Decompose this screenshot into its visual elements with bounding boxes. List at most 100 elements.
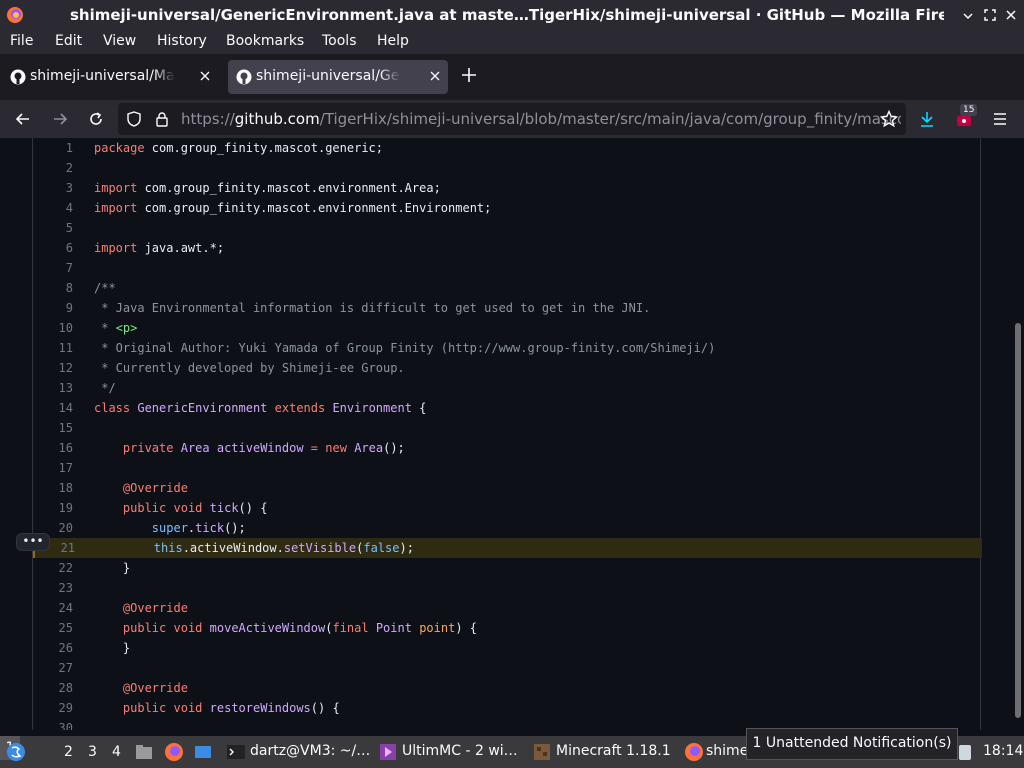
menu-history[interactable]: History xyxy=(157,33,207,49)
tab-mascot[interactable]: shimeji-universal/Mascot.java xyxy=(2,60,218,94)
line-number[interactable]: 10 xyxy=(33,321,73,335)
code-line: 21 this.activeWindow.setVisible(false); xyxy=(33,538,982,558)
line-number[interactable]: 15 xyxy=(33,421,73,435)
code-line: 28 @Override xyxy=(33,678,980,698)
line-number[interactable]: 25 xyxy=(33,621,73,635)
code-line: 9 * Java Environmental information is di… xyxy=(33,298,980,318)
line-number[interactable]: 24 xyxy=(33,601,73,615)
menu-bookmarks[interactable]: Bookmarks xyxy=(226,33,304,49)
notification-popup[interactable]: 1 Unattended Notification(s) xyxy=(746,728,958,760)
line-number[interactable]: 17 xyxy=(33,461,73,475)
line-number[interactable]: 26 xyxy=(33,641,73,655)
line-number[interactable]: 14 xyxy=(33,401,73,415)
line-number[interactable]: 28 xyxy=(33,681,73,695)
clock: 18:14 xyxy=(983,743,1024,759)
minecraft-icon[interactable] xyxy=(532,742,552,762)
code-line: 7 xyxy=(33,258,980,278)
menu-file[interactable]: File xyxy=(10,33,33,49)
line-number[interactable]: 29 xyxy=(33,701,73,715)
line-number[interactable]: 18 xyxy=(33,481,73,495)
workspace-3[interactable]: 3 xyxy=(88,744,97,760)
line-number[interactable]: 27 xyxy=(33,661,73,675)
code-line: 19 public void tick() { xyxy=(33,498,980,518)
close-tab-icon[interactable] xyxy=(428,69,442,83)
tray-icon[interactable] xyxy=(955,742,975,762)
line-number[interactable]: 5 xyxy=(33,221,73,235)
line-number[interactable]: 16 xyxy=(33,441,73,455)
url-bar[interactable]: https://github.com/TigerHix/shimeji-univ… xyxy=(118,103,906,135)
code-text: super.tick(); xyxy=(151,521,246,535)
line-number[interactable]: 19 xyxy=(33,501,73,515)
code-text: public void tick() { xyxy=(122,501,268,515)
maximize-icon[interactable] xyxy=(982,7,998,23)
line-number[interactable]: 11 xyxy=(33,341,73,355)
start-menu-icon[interactable] xyxy=(6,742,26,762)
terminal-icon[interactable] xyxy=(226,742,246,762)
line-number[interactable]: 8 xyxy=(33,281,73,295)
code-text: class GenericEnvironment extends Environ… xyxy=(94,401,427,415)
menu-tools[interactable]: Tools xyxy=(322,33,357,49)
firefox-window-icon[interactable] xyxy=(684,742,704,762)
menu-view[interactable]: View xyxy=(103,33,136,49)
line-number[interactable]: 7 xyxy=(33,261,73,275)
workspace-4[interactable]: 4 xyxy=(112,744,121,760)
github-icon xyxy=(10,69,26,85)
line-number[interactable]: 1 xyxy=(33,141,73,155)
new-tab-icon[interactable] xyxy=(460,66,478,84)
url-host: github.com xyxy=(234,110,320,128)
code-text: public void moveActiveWindow(final Point… xyxy=(122,621,477,635)
tab-generic-environment[interactable]: shimeji-universal/GenericEnvironment.jav… xyxy=(228,60,448,94)
file-manager-icon[interactable] xyxy=(134,742,154,762)
code-text: * <p> xyxy=(94,321,138,335)
close-window-icon[interactable] xyxy=(1003,7,1019,23)
back-icon[interactable] xyxy=(14,110,32,128)
code-text: import com.group_finity.mascot.environme… xyxy=(94,201,492,215)
line-number[interactable]: 30 xyxy=(33,721,73,730)
desktop-icon[interactable] xyxy=(193,742,213,762)
code-text: @Override xyxy=(122,681,188,695)
lock-icon[interactable] xyxy=(154,111,170,127)
code-line: 18 @Override xyxy=(33,478,980,498)
workspace-2[interactable]: 2 xyxy=(64,744,73,760)
code-text: private Area activeWindow = new Area(); xyxy=(122,441,405,455)
line-actions-button[interactable]: ••• xyxy=(16,533,50,551)
url-text[interactable]: https://github.com/TigerHix/shimeji-univ… xyxy=(181,110,901,128)
menu-help[interactable]: Help xyxy=(377,33,409,49)
line-number[interactable]: 9 xyxy=(33,301,73,315)
code-text: * Original Author: Yuki Yamada of Group … xyxy=(94,341,716,355)
firefox-launcher-icon[interactable] xyxy=(164,742,184,762)
code-line: 27 xyxy=(33,658,980,678)
ultimmc-icon[interactable] xyxy=(378,742,398,762)
code-line: 5 xyxy=(33,218,980,238)
firefox-icon xyxy=(7,7,23,23)
close-tab-icon[interactable] xyxy=(198,69,212,83)
minimize-icon[interactable] xyxy=(960,7,976,23)
downloads-icon[interactable] xyxy=(918,110,936,128)
code-line: 15 xyxy=(33,418,980,438)
taskbar-item-minecraft[interactable]: Minecraft 1.18.1 xyxy=(556,743,671,759)
forward-icon[interactable] xyxy=(51,110,69,128)
line-number[interactable]: 12 xyxy=(33,361,73,375)
line-number[interactable]: 13 xyxy=(33,381,73,395)
line-number[interactable]: 2 xyxy=(33,161,73,175)
code-line: 25 public void moveActiveWindow(final Po… xyxy=(33,618,980,638)
hamburger-menu-icon[interactable] xyxy=(991,110,1009,128)
tab-strip: shimeji-universal/Mascot.java shimeji-un… xyxy=(0,54,1024,100)
scrollbar-thumb[interactable] xyxy=(1015,323,1021,718)
code-line: 14 class GenericEnvironment extends Envir… xyxy=(33,398,980,418)
url-path: /TigerHix/shimeji-universal/blob/master/… xyxy=(319,110,901,128)
line-number[interactable]: 23 xyxy=(33,581,73,595)
menu-bar: File Edit View History Bookmarks Tools H… xyxy=(0,30,1024,54)
reload-icon[interactable] xyxy=(87,110,105,128)
shield-icon[interactable] xyxy=(126,111,142,127)
line-number[interactable]: 3 xyxy=(33,181,73,195)
page-content: 1 package com.group_finity.mascot.generic… xyxy=(0,138,1024,730)
taskbar-item-ultimmc[interactable]: UltimMC - 2 wi… xyxy=(402,743,518,759)
line-number[interactable]: 4 xyxy=(33,201,73,215)
line-number[interactable]: 6 xyxy=(33,241,73,255)
bookmark-star-icon[interactable] xyxy=(880,110,898,128)
menu-edit[interactable]: Edit xyxy=(55,33,82,49)
taskbar-item-firefox[interactable]: shime xyxy=(706,743,748,759)
taskbar-item-terminal[interactable]: dartz@VM3: ~/… xyxy=(250,743,370,759)
line-number[interactable]: 22 xyxy=(33,561,73,575)
